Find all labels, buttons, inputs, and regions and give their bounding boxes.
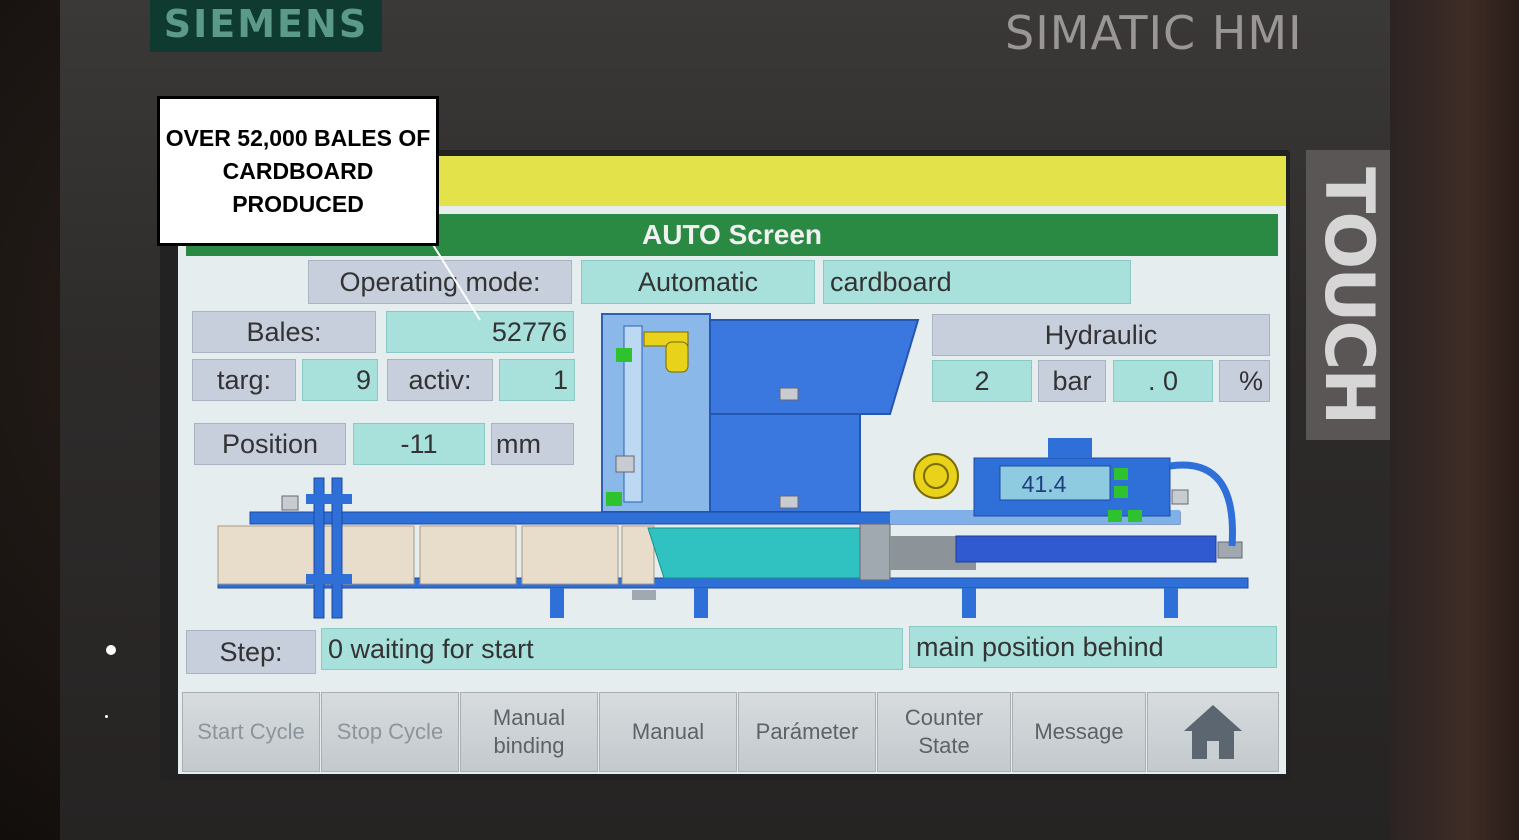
motor-readout: 41.4 <box>1022 471 1067 497</box>
press-hopper <box>601 313 920 513</box>
stop-cycle-button[interactable]: Stop Cycle <box>321 692 459 772</box>
step-label: Step: <box>186 630 316 674</box>
counter-state-button[interactable]: Counter State <box>877 692 1011 772</box>
home-icon <box>1184 705 1242 759</box>
hydraulic-ram <box>859 510 1243 581</box>
hmi-display: AUTO Screen Operating mode: Automatic ca… <box>178 156 1286 774</box>
hydraulic-power-unit <box>913 438 1236 547</box>
manual-button[interactable]: Manual <box>599 692 737 772</box>
annotation-callout: OVER 52,000 BALES OF CARDBOARD PRODUCED <box>157 96 439 246</box>
simatic-hmi-label: SIMATIC HMI <box>1005 6 1303 60</box>
touch-label: TOUCH <box>1306 150 1390 440</box>
message-button[interactable]: Message <box>1012 692 1146 772</box>
position-state-field: main position behind <box>909 626 1277 668</box>
manual-binding-button[interactable]: Manual binding <box>460 692 598 772</box>
device-edge <box>1390 0 1519 840</box>
decorative-dot <box>106 645 116 655</box>
bales-in-channel <box>217 525 655 585</box>
step-status-field: 0 waiting for start <box>321 628 903 670</box>
home-button[interactable] <box>1147 692 1279 772</box>
baler-machine-graphic: 41.4 <box>217 313 1249 619</box>
parameter-button[interactable]: Parámeter <box>738 692 876 772</box>
decorative-dot <box>105 715 108 718</box>
siemens-logo: SIEMENS <box>150 0 382 52</box>
start-cycle-button[interactable]: Start Cycle <box>182 692 320 772</box>
